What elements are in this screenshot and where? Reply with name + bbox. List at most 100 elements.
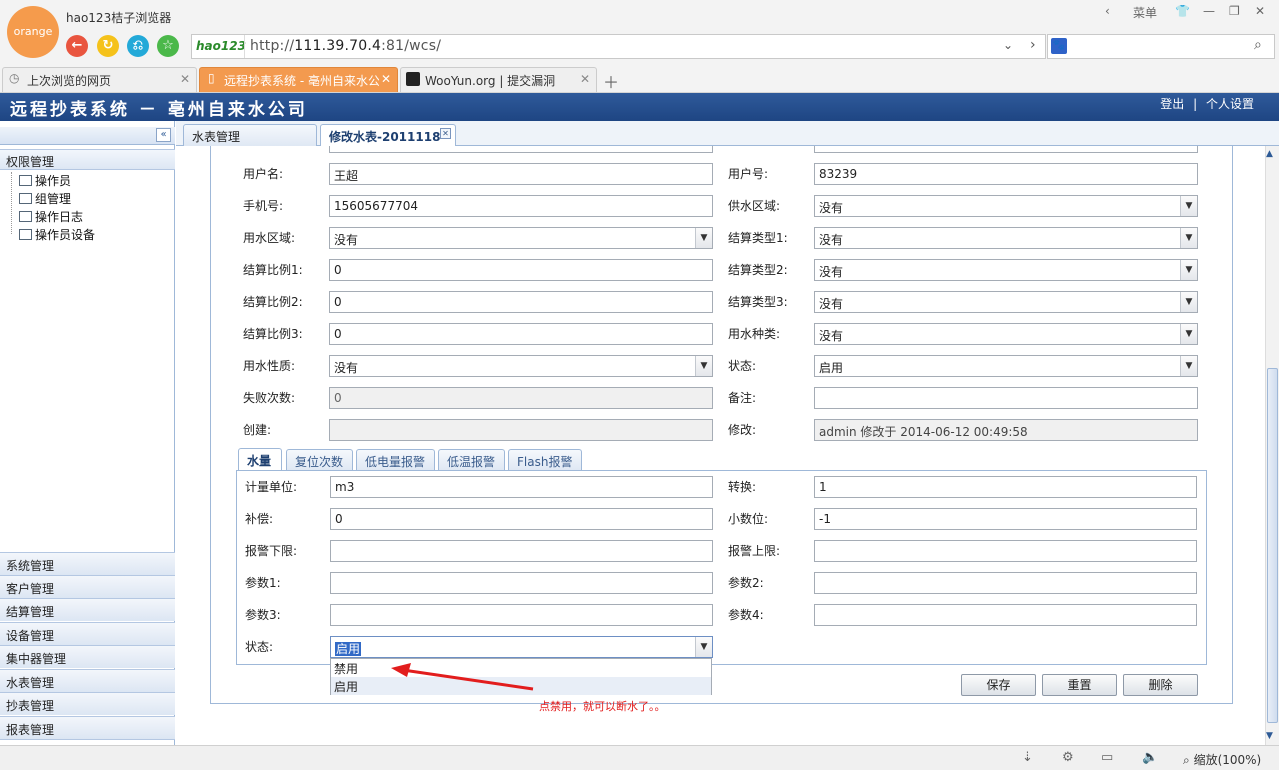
search-input[interactable]	[1047, 34, 1275, 59]
tab-close-icon[interactable]: ✕	[580, 72, 590, 86]
input-partial[interactable]	[329, 146, 713, 153]
tab-flash-alarm[interactable]: Flash报警	[508, 449, 582, 470]
sidebar-item-group[interactable]: 组管理	[19, 190, 71, 207]
gear-icon[interactable]: ⚙	[1062, 750, 1074, 765]
param4-field[interactable]	[814, 604, 1197, 626]
param1-field[interactable]	[330, 572, 713, 594]
settle-ratio3-field[interactable]: 0	[329, 323, 713, 345]
chevron-down-icon[interactable]: ▼	[1180, 324, 1197, 344]
comp-field[interactable]: 0	[330, 508, 713, 530]
water-area-select[interactable]: 没有 ▼	[329, 227, 713, 249]
chevron-down-icon[interactable]: ⌄	[1003, 38, 1013, 52]
tab-close-icon[interactable]: ✕	[378, 72, 391, 86]
chevron-down-icon[interactable]: ▼	[1180, 260, 1197, 280]
chevron-down-icon[interactable]: ▼	[695, 228, 712, 248]
phone-field[interactable]: 15605677704	[329, 195, 713, 217]
settle-type2-select[interactable]: 没有 ▼	[814, 259, 1198, 281]
modified-label: 修改:	[728, 423, 757, 437]
settle-ratio2-field[interactable]: 0	[329, 291, 713, 313]
forward-icon[interactable]: ›	[1030, 37, 1036, 53]
sidebar-item-oplog[interactable]: 操作日志	[19, 208, 83, 225]
close-icon[interactable]: ✕	[440, 128, 451, 139]
scroll-up-icon[interactable]: ▲	[1266, 149, 1273, 159]
chevron-down-icon[interactable]: ▼	[695, 356, 712, 376]
settings-link[interactable]: 个人设置	[1206, 97, 1254, 111]
settle-type1-label: 结算类型1:	[728, 231, 788, 245]
sidebar-item-report[interactable]: 报表管理	[0, 716, 175, 740]
tab-reset-count[interactable]: 复位次数	[286, 449, 353, 470]
sidebar-item-concentrator[interactable]: 集中器管理	[0, 645, 175, 668]
tab-app[interactable]: ▯ 远程抄表系统 - 亳州自来水公 ✕	[199, 67, 398, 92]
minimize-icon[interactable]: —	[1203, 4, 1215, 18]
delete-button[interactable]: 删除	[1123, 674, 1198, 696]
back-icon[interactable]: ←	[66, 35, 88, 57]
chevron-down-icon[interactable]: ▼	[1180, 196, 1197, 216]
favorite-icon[interactable]: ☆	[157, 35, 179, 57]
sidebar-item-reading[interactable]: 抄表管理	[0, 692, 175, 715]
param3-field[interactable]	[330, 604, 713, 626]
maximize-icon[interactable]: ❐	[1229, 4, 1240, 18]
settle-type1-select[interactable]: 没有 ▼	[814, 227, 1198, 249]
water-nature-select[interactable]: 没有 ▼	[329, 355, 713, 377]
status-select[interactable]: 启用 ▼	[814, 355, 1198, 377]
chevron-left-icon[interactable]: ‹	[1105, 4, 1110, 18]
sidebar-item-system[interactable]: 系统管理	[0, 552, 175, 575]
sidebar-item-settlement[interactable]: 结算管理	[0, 598, 175, 621]
input-partial[interactable]	[814, 146, 1198, 153]
sidebar-item-operator[interactable]: 操作员	[19, 172, 71, 189]
menu-button[interactable]: 菜单	[1133, 4, 1157, 21]
chevron-down-icon[interactable]: ▼	[1180, 228, 1197, 248]
alarm-low-field[interactable]	[330, 540, 713, 562]
download-icon[interactable]: ⇣	[1022, 750, 1033, 765]
tab-low-battery[interactable]: 低电量报警	[356, 449, 435, 470]
settle-ratio1-field[interactable]: 0	[329, 259, 713, 281]
new-tab-icon[interactable]: ＋	[603, 69, 619, 93]
remark-field[interactable]	[814, 387, 1198, 409]
shirt-icon[interactable]: 👕	[1175, 4, 1190, 18]
chevron-down-icon[interactable]: ▼	[1180, 356, 1197, 376]
browser-logo[interactable]: orange	[7, 6, 59, 58]
save-button[interactable]: 保存	[961, 674, 1036, 696]
sidebar-item-meter[interactable]: 水表管理	[0, 669, 175, 692]
home-icon[interactable]: ⎌	[127, 35, 149, 57]
tab-close-icon[interactable]: ✕	[180, 72, 190, 86]
collapse-icon[interactable]: «	[156, 128, 171, 142]
supply-area-select[interactable]: 没有 ▼	[814, 195, 1198, 217]
username-field[interactable]: 王超	[329, 163, 713, 185]
baidu-icon[interactable]: 🐾	[1051, 38, 1067, 54]
chevron-down-icon[interactable]: ▼	[1180, 292, 1197, 312]
meter-status-select[interactable]: 启用 ▼	[330, 636, 713, 658]
zoom-control[interactable]: ⌕ 缩放(100%)	[1183, 751, 1261, 768]
chevron-down-icon[interactable]: ▼	[695, 637, 712, 657]
sidebar-item-customer[interactable]: 客户管理	[0, 575, 175, 598]
sidebar-item-opdevice[interactable]: 操作员设备	[19, 226, 95, 243]
sidebar-item-device[interactable]: 设备管理	[0, 622, 175, 645]
header-links: 登出 | 个人设置	[1160, 95, 1254, 112]
scroll-thumb[interactable]	[1267, 368, 1278, 723]
search-icon[interactable]: ⌕	[1254, 37, 1262, 53]
settle-type3-select[interactable]: 没有 ▼	[814, 291, 1198, 313]
tab-low-temp[interactable]: 低温报警	[438, 449, 505, 470]
sidebar-section-title[interactable]: 权限管理	[0, 149, 175, 170]
tab-meter-manage[interactable]: 水表管理	[183, 124, 317, 146]
logout-link[interactable]: 登出	[1160, 97, 1184, 111]
param2-field[interactable]	[814, 572, 1197, 594]
scroll-down-icon[interactable]: ▼	[1266, 731, 1273, 741]
window-icon[interactable]: ▭	[1101, 750, 1113, 765]
close-icon[interactable]: ✕	[1255, 4, 1265, 18]
speaker-icon[interactable]: 🔈	[1142, 750, 1158, 765]
modified-field: admin 修改于 2014-06-12 00:49:58	[814, 419, 1198, 441]
tab-edit-meter[interactable]: 修改水表-2011118 ✕	[320, 124, 456, 146]
alarm-high-field[interactable]	[814, 540, 1197, 562]
tab-wooyun[interactable]: WooYun.org | 提交漏洞 ✕	[400, 67, 597, 92]
tab-water-volume[interactable]: 水量	[238, 448, 282, 471]
url-text[interactable]: http://111.39.70.4:81/wcs/	[250, 38, 441, 54]
convert-field[interactable]: 1	[814, 476, 1197, 498]
water-kind-select[interactable]: 没有 ▼	[814, 323, 1198, 345]
userno-field[interactable]: 83239	[814, 163, 1198, 185]
tab-history[interactable]: ◷ 上次浏览的网页 ✕	[2, 67, 197, 92]
reset-button[interactable]: 重置	[1042, 674, 1117, 696]
decimal-field[interactable]: -1	[814, 508, 1197, 530]
refresh-icon[interactable]: ↻	[97, 35, 119, 57]
unit-field[interactable]: m3	[330, 476, 713, 498]
